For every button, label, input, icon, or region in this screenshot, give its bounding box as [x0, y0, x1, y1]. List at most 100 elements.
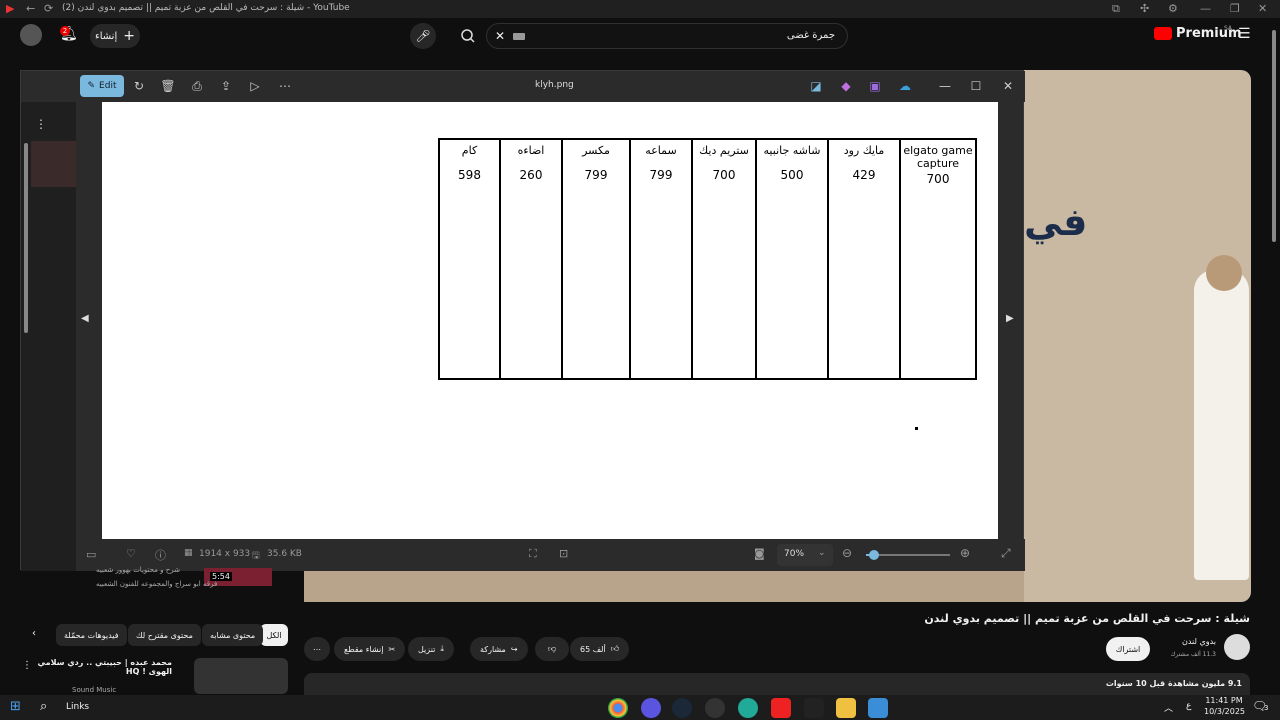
tab-title[interactable]: (2) شيلة : سرحت في القلص من عزبة تميم ||… [62, 3, 350, 13]
zoom-in-icon[interactable]: ⊕ [960, 546, 970, 560]
info-icon[interactable]: ⓘ [155, 547, 166, 563]
designer-icon[interactable]: ◪ [807, 77, 825, 95]
more-icon[interactable]: ⋯ [276, 77, 294, 95]
windows-start-icon[interactable]: ⊞ [10, 699, 21, 714]
more-vertical-icon[interactable]: ⋮ [35, 117, 47, 131]
zoom-slider[interactable] [866, 550, 950, 560]
create-button[interactable]: إنشاء + [90, 24, 140, 48]
channel-avatar[interactable] [1224, 634, 1250, 660]
restore-icon[interactable]: ❐ [1230, 2, 1240, 15]
taskbar-search-icon[interactable]: ⌕ [40, 699, 47, 714]
window-minimize-icon[interactable]: — [936, 77, 954, 95]
file-explorer-icon[interactable] [836, 698, 856, 718]
sidebar-channel[interactable]: Sound Music [72, 686, 116, 694]
refresh-icon[interactable]: ⟳ [44, 2, 53, 15]
clock-time[interactable]: 11:41 PM [1204, 696, 1244, 705]
taskbar-search-label[interactable]: Links [66, 702, 89, 712]
sidebar-more-icon[interactable]: ⋮ [22, 660, 32, 671]
youtube-logo-icon[interactable] [1154, 27, 1172, 40]
github-icon[interactable] [705, 698, 725, 718]
search-button[interactable] [450, 23, 486, 49]
subscribe-button[interactable]: اشتراك [1106, 637, 1150, 661]
fullscreen-icon[interactable]: ⤢ [1001, 546, 1011, 561]
mic-button[interactable]: 🎤︎ [410, 23, 436, 49]
steam-icon[interactable] [672, 698, 692, 718]
page-scrollbar[interactable] [1272, 30, 1276, 242]
file-name: klyh.png [535, 80, 574, 90]
favorite-icon[interactable]: ♡ [126, 547, 136, 560]
sidebar-item-meta: فرقه ابو سراج والمجموعه للفنون الشعبيه [96, 580, 218, 588]
sidebar-thumbnail-2[interactable] [194, 658, 288, 694]
language-indicator[interactable]: ع [1186, 701, 1191, 711]
previous-image-icon[interactable]: ◀ [81, 313, 89, 324]
window-maximize-icon[interactable]: ☐ [967, 77, 985, 95]
download-button[interactable]: تنزيل ⤓ [408, 637, 454, 661]
channel-name[interactable]: بدوي لندن [1170, 637, 1216, 646]
column-title: ستريم ديك [699, 144, 749, 157]
scrollbar[interactable] [24, 143, 28, 333]
chip-recommended[interactable]: محتوى مقترح لك [128, 624, 201, 646]
column-title: سماعه [645, 144, 677, 157]
avatar[interactable] [20, 24, 42, 46]
zoom-out-icon[interactable]: ⊖ [842, 546, 852, 560]
video-editor-icon[interactable]: ▣ [866, 77, 884, 95]
video-player[interactable]: في [1024, 70, 1251, 602]
delete-icon[interactable]: 🗑︎ [159, 77, 177, 95]
create-label: إنشاء [95, 30, 118, 42]
slideshow-icon[interactable]: ▷ [246, 77, 264, 95]
search-input[interactable]: ✕ جمرة غضى [486, 23, 848, 49]
table-column: كام 598 [440, 140, 499, 378]
keyboard-icon[interactable] [513, 33, 525, 40]
chips-left-arrow-icon[interactable]: ‹ [32, 628, 36, 639]
share-button[interactable]: مشاركة ↪ [470, 637, 528, 661]
chip-all[interactable]: الكل [260, 624, 288, 646]
chip-downloaded[interactable]: فيديوهات محمّلة [56, 624, 127, 646]
like-button[interactable]: 65 ألف 👍︎ [570, 637, 630, 661]
view-stats: 9.1 مليون مشاهدة قبل 10 سنوات [1106, 679, 1242, 688]
snapshot-icon[interactable]: ◙ [754, 547, 765, 560]
window-close-icon[interactable]: ✕ [999, 77, 1017, 95]
minimize-icon[interactable]: — [1200, 2, 1211, 15]
dislike-button[interactable]: 👎︎ [535, 637, 569, 661]
more-actions-button[interactable]: ⋯ [304, 637, 330, 661]
clock-date[interactable]: 10/3/2025 [1204, 707, 1245, 716]
clipchamp-icon[interactable]: ◆ [837, 77, 855, 95]
photos-app-icon[interactable] [868, 698, 888, 718]
back-icon[interactable]: ← [26, 2, 35, 15]
table-column: elgato game capture 700 [899, 140, 975, 378]
thumbnail-strip[interactable] [31, 141, 76, 187]
clip-label: إنشاء مقطع [344, 644, 384, 654]
rotate-icon[interactable]: ↻ [130, 77, 148, 95]
chrome-icon[interactable] [608, 698, 628, 718]
next-image-icon[interactable]: ▶ [1006, 313, 1014, 324]
zoom-level: 70% [784, 549, 805, 559]
share-icon[interactable]: ⇪ [217, 77, 235, 95]
actual-size-icon[interactable]: ⊡ [559, 547, 568, 560]
discord-icon[interactable] [641, 698, 661, 718]
youtube-app-icon[interactable] [771, 698, 791, 718]
photos-viewer-window: ✕ ⋮ ✎ Edit ↻ 🗑︎ ⎙ ⇪ ▷ ⋯ klyh.png ◪ ◆ ▣ ☁… [20, 70, 1025, 571]
puzzle-icon[interactable]: ✣ [1140, 2, 1149, 15]
sidebar-video-title[interactable]: محمد عبده | حبيبتي .. ردي سلامي الهوى ! … [30, 658, 172, 676]
fit-screen-icon[interactable]: ⛶ [529, 547, 537, 561]
edit-button[interactable]: ✎ Edit [80, 75, 124, 97]
extensions-icon[interactable]: ⧉ [1112, 2, 1120, 16]
settings-icon[interactable]: ⚙ [1168, 2, 1178, 15]
filmstrip-icon[interactable]: ▭ [86, 548, 96, 561]
epic-games-icon[interactable] [804, 698, 824, 718]
tray-chevron-icon[interactable]: ︿ [1164, 701, 1173, 714]
clear-search-icon[interactable]: ✕ [495, 29, 505, 43]
print-icon[interactable]: ⎙ [188, 77, 206, 95]
chrome-profile-icon[interactable] [738, 698, 758, 718]
clip-button[interactable]: إنشاء مقطع ✂ [334, 637, 406, 661]
description-box[interactable]: 9.1 مليون مشاهدة قبل 10 سنوات [304, 673, 1250, 695]
onedrive-icon[interactable]: ☁ [896, 77, 914, 95]
download-icon: ⤓ [440, 644, 444, 653]
menu-icon[interactable]: ☰ [1238, 26, 1251, 42]
zoom-slider-thumb[interactable] [869, 550, 880, 560]
chip-similar[interactable]: محتوى مشابه [202, 624, 264, 646]
subscriber-count: 11.3 ألف مشترك [1170, 651, 1216, 658]
like-count: 65 ألف [580, 644, 606, 654]
zoom-dropdown[interactable]: 70% ⌄ [777, 544, 833, 566]
close-icon[interactable]: ✕ [1258, 2, 1267, 15]
